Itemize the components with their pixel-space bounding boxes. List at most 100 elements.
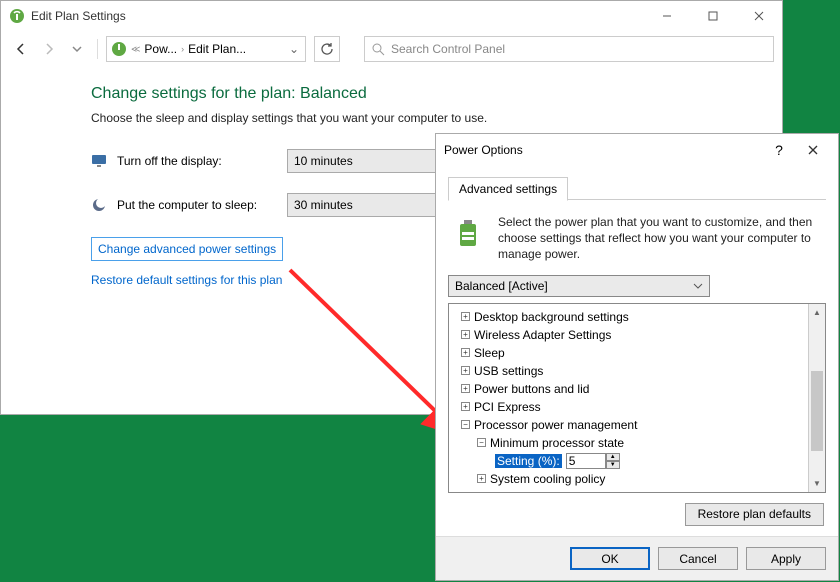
collapse-icon[interactable]: − xyxy=(461,420,470,429)
window-title: Edit Plan Settings xyxy=(31,9,644,23)
expand-icon[interactable]: + xyxy=(461,402,470,411)
button-label: OK xyxy=(601,552,618,566)
back-button[interactable] xyxy=(9,37,33,61)
tree-view[interactable]: + Desktop background settings + Wireless Ad… xyxy=(449,304,808,492)
tree-item-label: Power buttons and lid xyxy=(474,382,589,396)
setting-label: Setting (%): xyxy=(495,454,562,468)
close-button[interactable] xyxy=(796,134,830,166)
separator xyxy=(97,39,98,59)
description-row: Select the power plan that you want to c… xyxy=(448,200,826,275)
chevron-down-icon[interactable]: ⌄ xyxy=(287,42,301,56)
tree-item-label: Processor power management xyxy=(474,418,637,432)
chevron-icon: ≪ xyxy=(131,44,140,55)
tree-item[interactable]: + PCI Express xyxy=(451,398,806,416)
chevron-down-icon xyxy=(693,281,703,291)
dialog-body: Advanced settings Select the power plan … xyxy=(436,166,838,532)
tree-item[interactable]: + USB settings xyxy=(451,362,806,380)
setting-row: Setting (%): ▲▼ xyxy=(451,452,806,470)
expand-icon[interactable]: + xyxy=(461,366,470,375)
expand-icon[interactable]: + xyxy=(461,384,470,393)
tree-item-label: PCI Express xyxy=(474,400,541,414)
expand-icon[interactable]: + xyxy=(461,348,470,357)
tree-item[interactable]: + Power buttons and lid xyxy=(451,380,806,398)
setting-spinner[interactable]: ▲▼ xyxy=(566,452,620,470)
tree-item[interactable]: + Desktop background settings xyxy=(451,308,806,326)
cancel-button[interactable]: Cancel xyxy=(658,547,738,570)
page-subtext: Choose the sleep and display settings th… xyxy=(91,111,692,125)
help-button[interactable]: ? xyxy=(762,134,796,166)
tree-item-label: System cooling policy xyxy=(490,472,605,486)
select-value: 30 minutes xyxy=(294,198,353,212)
tree-item-label: Minimum processor state xyxy=(490,436,624,450)
button-label: Restore plan defaults xyxy=(698,507,811,521)
ok-button[interactable]: OK xyxy=(570,547,650,570)
tree-item[interactable]: + Wireless Adapter Settings xyxy=(451,326,806,344)
scroll-thumb[interactable] xyxy=(811,371,823,451)
restore-row: Restore plan defaults xyxy=(448,493,826,532)
minimize-button[interactable] xyxy=(644,1,690,31)
button-label: Cancel xyxy=(679,552,716,566)
refresh-button[interactable] xyxy=(314,36,340,62)
tree-item-label: Desktop background settings xyxy=(474,310,629,324)
crumb-part: Pow... xyxy=(144,42,177,56)
search-icon xyxy=(371,42,385,56)
navbar: ≪ Pow... › Edit Plan... ⌄ Search Control… xyxy=(1,31,782,67)
settings-tree: + Desktop background settings + Wireless Ad… xyxy=(448,303,826,493)
dialog-titlebar: Power Options ? xyxy=(436,134,838,166)
tree-item[interactable]: −Processor power management xyxy=(451,416,806,434)
tab-label: Advanced settings xyxy=(459,182,557,196)
sleep-timeout-label: Put the computer to sleep: xyxy=(117,198,277,212)
tree-item-label: Wireless Adapter Settings xyxy=(474,328,611,342)
advanced-settings-link[interactable]: Change advanced power settings xyxy=(91,237,283,261)
scroll-track[interactable] xyxy=(809,321,825,475)
dialog-footer: OK Cancel Apply xyxy=(436,536,838,580)
tree-item[interactable]: + Sleep xyxy=(451,344,806,362)
scroll-up-icon[interactable]: ▲ xyxy=(809,304,825,321)
page-heading: Change settings for the plan: Balanced xyxy=(91,85,692,103)
select-value: 10 minutes xyxy=(294,154,353,168)
scroll-down-icon[interactable]: ▼ xyxy=(809,475,825,492)
recent-button[interactable] xyxy=(65,37,89,61)
expand-icon[interactable]: + xyxy=(461,330,470,339)
tabstrip: Advanced settings xyxy=(448,176,826,200)
search-input[interactable]: Search Control Panel xyxy=(364,36,774,62)
select-value: Balanced [Active] xyxy=(455,279,548,293)
breadcrumb[interactable]: ≪ Pow... › Edit Plan... ⌄ xyxy=(106,36,306,62)
plan-select[interactable]: Balanced [Active] xyxy=(448,275,710,297)
apply-button[interactable]: Apply xyxy=(746,547,826,570)
spin-down-icon[interactable]: ▼ xyxy=(606,461,620,469)
forward-button[interactable] xyxy=(37,37,61,61)
restore-defaults-link[interactable]: Restore default settings for this plan xyxy=(91,273,282,287)
description-text: Select the power plan that you want to c… xyxy=(498,214,822,263)
search-placeholder: Search Control Panel xyxy=(391,42,505,56)
link-text: Change advanced power settings xyxy=(98,242,276,256)
crumb-part: Edit Plan... xyxy=(188,42,246,56)
tree-item[interactable]: +Maximum processor state xyxy=(451,488,806,492)
expand-icon[interactable]: + xyxy=(477,474,486,483)
tree-item[interactable]: −Minimum processor state xyxy=(451,434,806,452)
scrollbar[interactable]: ▲ ▼ xyxy=(808,304,825,492)
display-timeout-label: Turn off the display: xyxy=(117,154,277,168)
tree-item-label: Sleep xyxy=(474,346,505,360)
chevron-icon: › xyxy=(181,44,184,54)
collapse-icon[interactable]: − xyxy=(477,438,486,447)
power-options-dialog: Power Options ? Advanced settings Select… xyxy=(435,133,839,581)
restore-plan-defaults-button[interactable]: Restore plan defaults xyxy=(685,503,824,526)
tree-item-label: Maximum processor state xyxy=(490,490,627,492)
power-icon xyxy=(111,41,127,57)
maximize-button[interactable] xyxy=(690,1,736,31)
moon-icon xyxy=(91,197,107,213)
titlebar: Edit Plan Settings xyxy=(1,1,782,31)
close-button[interactable] xyxy=(736,1,782,31)
expand-icon[interactable]: + xyxy=(461,312,470,321)
button-label: Apply xyxy=(771,552,801,566)
spin-up-icon[interactable]: ▲ xyxy=(606,453,620,461)
setting-input[interactable] xyxy=(566,453,606,469)
tab-advanced-settings[interactable]: Advanced settings xyxy=(448,177,568,201)
dialog-title: Power Options xyxy=(444,143,762,157)
monitor-icon xyxy=(91,153,107,169)
tree-item-label: USB settings xyxy=(474,364,543,378)
app-icon xyxy=(9,8,25,24)
tree-item[interactable]: + System cooling policy xyxy=(451,470,806,488)
battery-icon xyxy=(452,214,488,250)
